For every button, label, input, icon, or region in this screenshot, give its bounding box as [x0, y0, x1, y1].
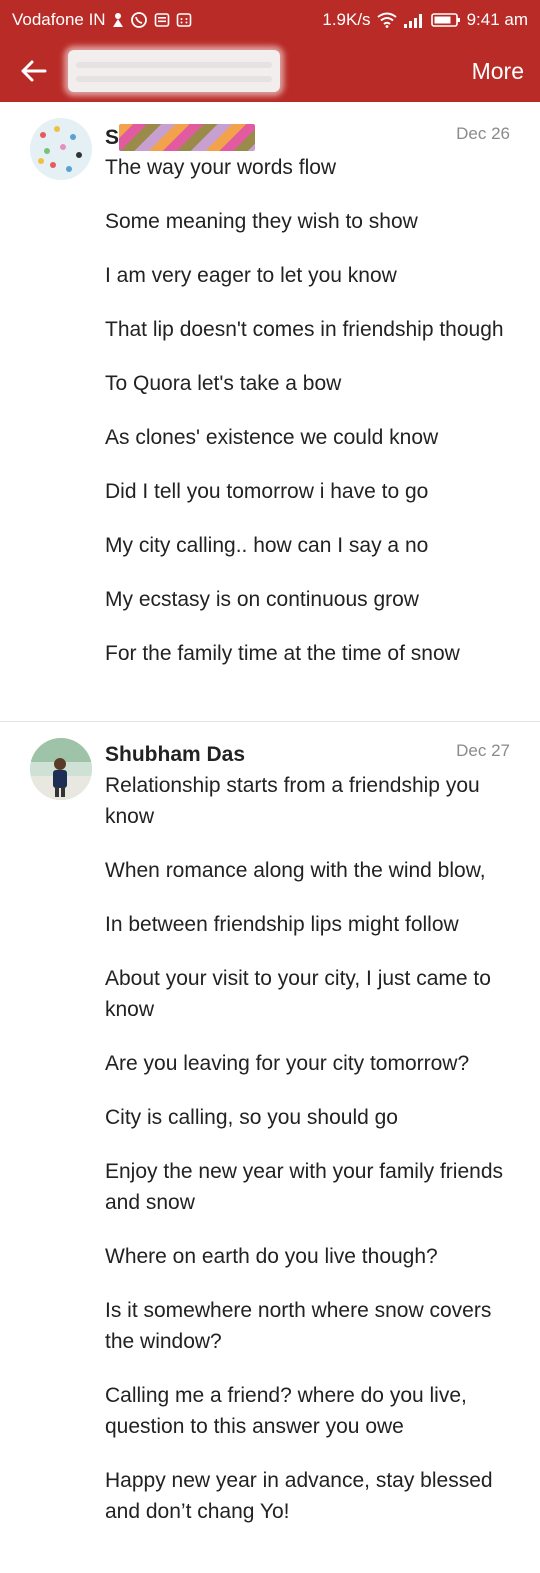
message-date: Dec 27: [456, 741, 510, 760]
message-line: The way your words flow: [105, 156, 337, 179]
redacted-conversation-title: [68, 50, 280, 92]
message-line: I am very eager to let you know: [105, 264, 397, 287]
signal-icon: [403, 12, 425, 28]
message-line: My city calling.. how can I say a no: [105, 534, 429, 557]
message-body: The way your words flow Some meaning the…: [105, 152, 515, 692]
message-line: City is calling, so you should go: [105, 1106, 398, 1129]
message-date: Dec 26: [456, 124, 510, 143]
message-line: About your visit to your city, I just ca…: [105, 967, 491, 1021]
message-line: As clones' existence we could know: [105, 426, 439, 449]
message-line: Happy new year in advance, stay blessed …: [105, 1469, 493, 1523]
message-line: That lip doesn't comes in friendship tho…: [105, 318, 504, 341]
back-button[interactable]: [0, 40, 66, 102]
message-line: For the family time at the time of snow: [105, 642, 460, 665]
battery-icon: [430, 12, 461, 28]
sender-name[interactable]: Shubham Das: [105, 743, 245, 767]
wifi-icon: [376, 12, 397, 28]
more-button[interactable]: More: [472, 40, 524, 102]
message-line: In between friendship lips might follow: [105, 913, 459, 936]
message-line: My ecstasy is on continuous grow: [105, 588, 419, 611]
message-line: Where on earth do you live though?: [105, 1245, 438, 1268]
message-line: Did I tell you tomorrow i have to go: [105, 480, 429, 503]
avatar[interactable]: [30, 118, 92, 180]
message-body: Relationship starts from a friendship yo…: [105, 770, 515, 1550]
message-line: Some meaning they wish to show: [105, 210, 418, 233]
message-line: Enjoy the new year with your family frie…: [105, 1160, 504, 1214]
app-bar: More: [0, 40, 540, 102]
message-line: When romance along with the wind blow,: [105, 859, 486, 882]
avatar[interactable]: [30, 738, 92, 800]
message-line: Is it somewhere north where snow covers …: [105, 1299, 492, 1353]
carrier-label: Vodafone IN: [12, 10, 106, 29]
sender-name[interactable]: S: [105, 126, 119, 150]
message-divider: [0, 721, 540, 722]
back-arrow-icon: [19, 59, 47, 83]
redacted-sender-name: [119, 124, 255, 151]
calendar-icon: [176, 12, 192, 28]
clock: 9:41 am: [466, 10, 528, 29]
message-line: To Quora let's take a bow: [105, 372, 342, 395]
message-line: Calling me a friend? where do you live, …: [105, 1384, 467, 1438]
status-bar: Vodafone IN 1.9K/s 9:41 am: [0, 0, 540, 40]
whatsapp-icon: [130, 11, 148, 29]
message-icon: [154, 12, 170, 28]
message-line: Relationship starts from a friendship yo…: [105, 774, 480, 828]
network-speed: 1.9K/s: [322, 10, 371, 29]
notification-person-icon: [112, 12, 124, 28]
message-line: Are you leaving for your city tomorrow?: [105, 1052, 470, 1075]
